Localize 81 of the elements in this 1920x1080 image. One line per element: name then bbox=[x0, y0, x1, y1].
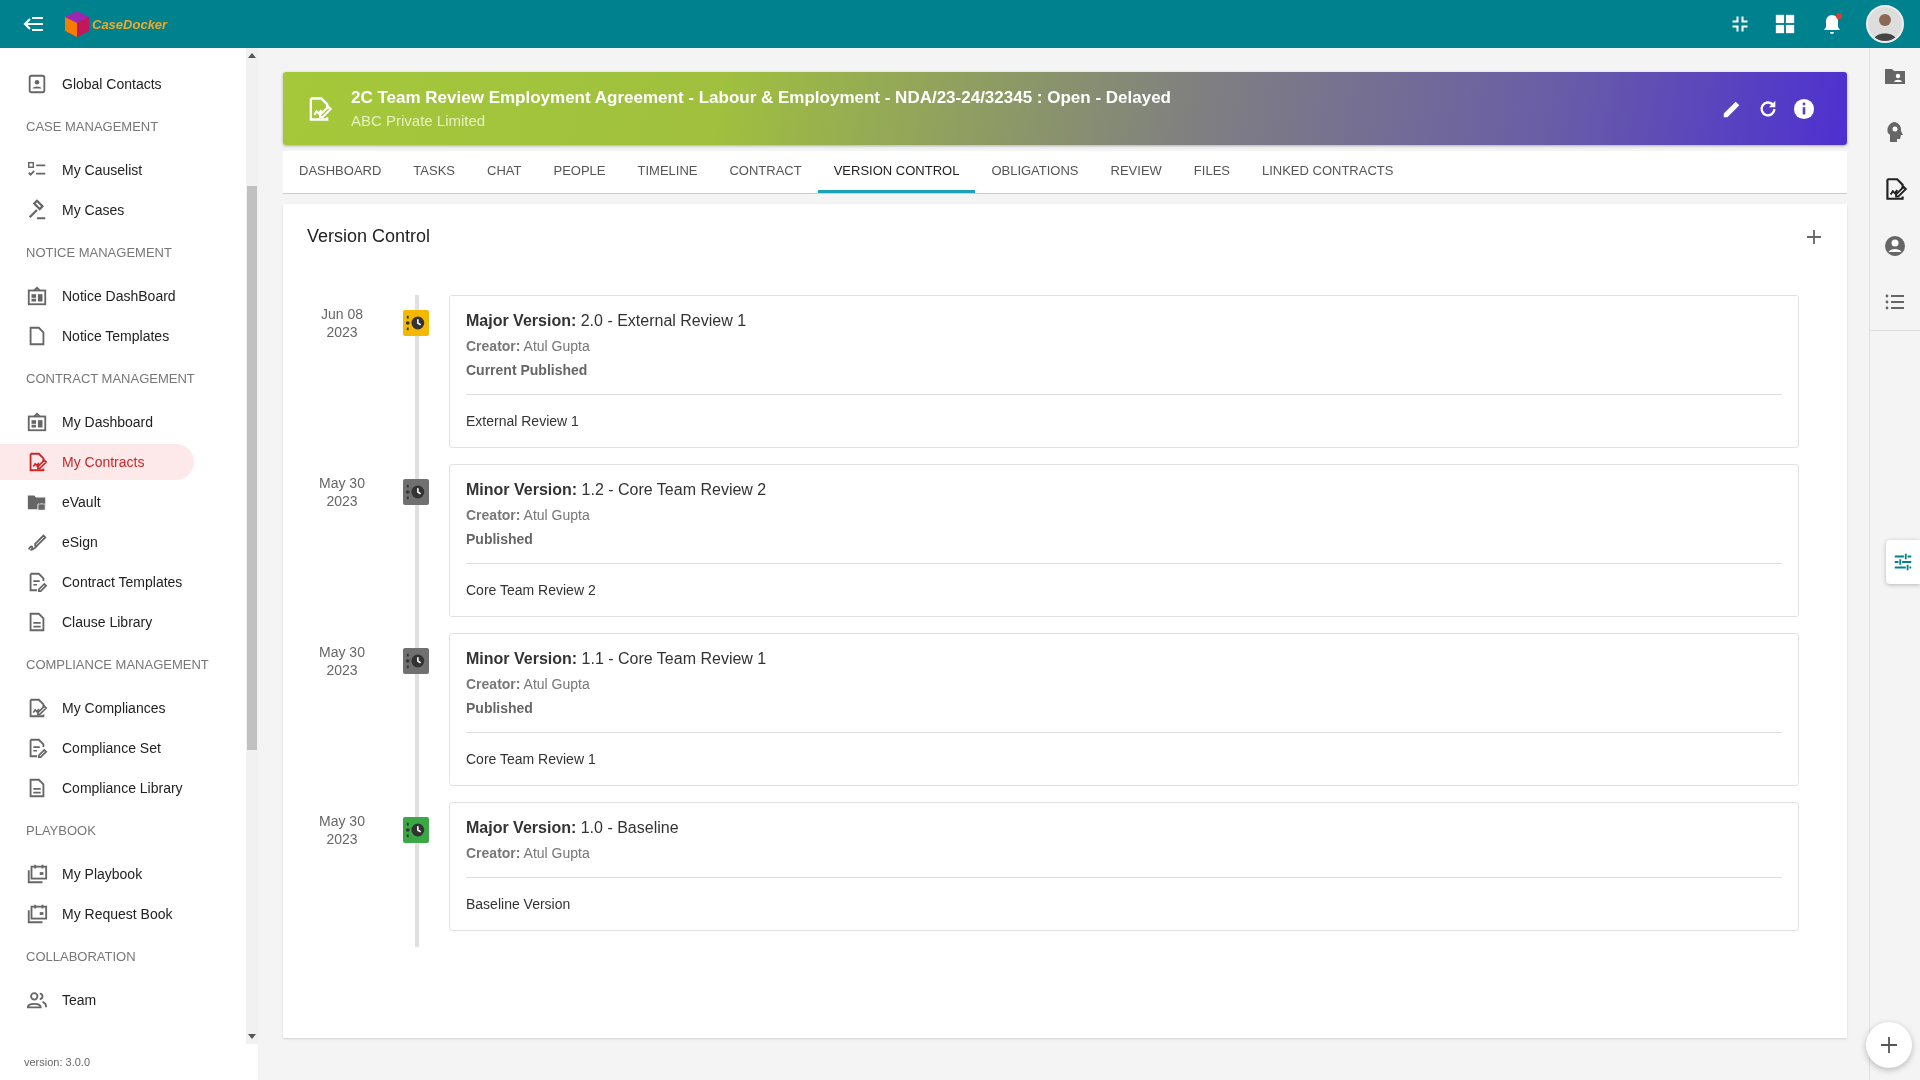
scroll-up-icon[interactable] bbox=[248, 52, 256, 58]
dashboard-icon bbox=[26, 285, 48, 307]
version-description: External Review 1 bbox=[466, 412, 580, 431]
filter-icon bbox=[1892, 551, 1914, 573]
creator-text: Creator: Atul Gupta bbox=[466, 507, 591, 523]
add-button[interactable] bbox=[1866, 1022, 1912, 1068]
contacts-icon bbox=[26, 73, 48, 95]
scrollbar[interactable] bbox=[246, 48, 258, 1044]
sidebar-item[interactable]: Global Contacts bbox=[0, 66, 194, 102]
version-description: Core Team Review 2 bbox=[466, 581, 597, 600]
brand-name: CaseDocker bbox=[92, 16, 168, 32]
gavel-icon bbox=[26, 199, 48, 221]
status-text: Current Published bbox=[466, 362, 589, 378]
sidebar-item[interactable]: Contract Templates bbox=[0, 564, 194, 600]
version-heading: Major Version: 2.0 - External Review 1 bbox=[466, 312, 748, 330]
panel-title: Version Control bbox=[307, 226, 431, 247]
cube-logo-icon bbox=[64, 10, 90, 38]
version-label: version: 3.0.0 bbox=[23, 1055, 92, 1070]
sidebar-item[interactable]: eSign bbox=[0, 524, 194, 560]
apps-grid-icon[interactable] bbox=[1774, 13, 1796, 35]
version-date: May 30 2023 bbox=[318, 474, 366, 510]
add-icon[interactable] bbox=[1805, 227, 1823, 246]
version-heading: Major Version: 1.0 - Baseline bbox=[466, 819, 680, 837]
scrollbar-thumb[interactable] bbox=[247, 186, 257, 750]
dashboard-icon bbox=[26, 411, 48, 433]
sidebar-item[interactable]: Team bbox=[0, 982, 194, 1018]
version-heading: Minor Version: 1.1 - Core Team Review 1 bbox=[466, 650, 768, 668]
version-description: Core Team Review 1 bbox=[466, 750, 597, 769]
filter-tab[interactable] bbox=[1886, 540, 1920, 584]
tab[interactable]: FILES bbox=[1177, 151, 1246, 193]
section-header: CONTRACT MANAGEMENT bbox=[25, 370, 196, 388]
client-name: ABC Private Limited bbox=[351, 112, 487, 129]
sidebar-item[interactable]: My Compliances bbox=[0, 690, 194, 726]
section-header: CASE MANAGEMENT bbox=[25, 118, 160, 136]
creator-text: Creator: Atul Gupta bbox=[466, 845, 591, 861]
calendar-icon bbox=[26, 903, 48, 925]
tab[interactable]: TASKS bbox=[397, 151, 472, 193]
section-header: COMPLIANCE MANAGEMENT bbox=[25, 656, 210, 674]
section-header: COLLABORATION bbox=[25, 948, 137, 966]
sidebar-item[interactable]: Clause Library bbox=[0, 604, 194, 640]
creator-text: Creator: Atul Gupta bbox=[466, 676, 591, 692]
sidebar-item[interactable]: My Cases bbox=[0, 192, 194, 228]
case-title: 2C Team Review Employment Agreement - Labour & Employment - NDA/23-24/32345 : Open - Delayed bbox=[351, 88, 1172, 108]
sidebar-item[interactable]: Notice Templates bbox=[0, 318, 194, 354]
account-icon[interactable] bbox=[1883, 234, 1907, 258]
section-header: NOTICE MANAGEMENT bbox=[25, 244, 173, 262]
tab[interactable]: LINKED CONTRACTS bbox=[1245, 151, 1410, 193]
status-text: Published bbox=[466, 700, 534, 716]
creator-text: Creator: Atul Gupta bbox=[466, 338, 591, 354]
sidebar-item[interactable]: My Request Book bbox=[0, 896, 194, 932]
tab[interactable]: CONTRACT bbox=[713, 151, 818, 193]
tab[interactable]: OBLIGATIONS bbox=[975, 151, 1095, 193]
tab[interactable]: VERSION CONTROL bbox=[817, 151, 976, 193]
sidebar-item[interactable]: My Dashboard bbox=[0, 404, 194, 440]
version-heading: Minor Version: 1.2 - Core Team Review 2 bbox=[466, 481, 768, 499]
calendar-icon bbox=[26, 863, 48, 885]
sidebar-item[interactable]: Notice DashBoard bbox=[0, 278, 194, 314]
sidebar-item[interactable]: Compliance Set bbox=[0, 730, 194, 766]
sidebar-item[interactable]: My Causelist bbox=[0, 152, 194, 188]
scroll-down-icon[interactable] bbox=[248, 1034, 256, 1040]
tab[interactable]: PEOPLE bbox=[537, 151, 622, 193]
section-header: PLAYBOOK bbox=[25, 822, 97, 840]
version-date: May 30 2023 bbox=[318, 812, 366, 848]
status-text: Published bbox=[466, 531, 534, 547]
add-icon bbox=[1879, 1035, 1899, 1055]
tab[interactable]: REVIEW bbox=[1094, 151, 1178, 193]
sidebar-item[interactable]: My Playbook bbox=[0, 856, 194, 892]
signature-icon bbox=[26, 531, 48, 553]
version-date: May 30 2023 bbox=[318, 643, 366, 679]
tab[interactable]: TIMELINE bbox=[621, 151, 714, 193]
collapse-icon[interactable] bbox=[1730, 14, 1750, 34]
tab[interactable]: DASHBOARD bbox=[283, 151, 398, 193]
version-date: Jun 08 2023 bbox=[319, 305, 364, 341]
tab[interactable]: CHAT bbox=[471, 151, 538, 193]
sidebar-item[interactable]: Compliance Library bbox=[0, 770, 194, 806]
info-icon[interactable] bbox=[1793, 97, 1815, 120]
people-icon bbox=[26, 989, 48, 1011]
version-description: Baseline Version bbox=[466, 895, 572, 914]
sidebar-item[interactable]: eVault bbox=[0, 484, 194, 520]
avatar-icon[interactable] bbox=[1866, 5, 1904, 43]
sidebar-item[interactable]: My Contracts bbox=[0, 444, 194, 480]
